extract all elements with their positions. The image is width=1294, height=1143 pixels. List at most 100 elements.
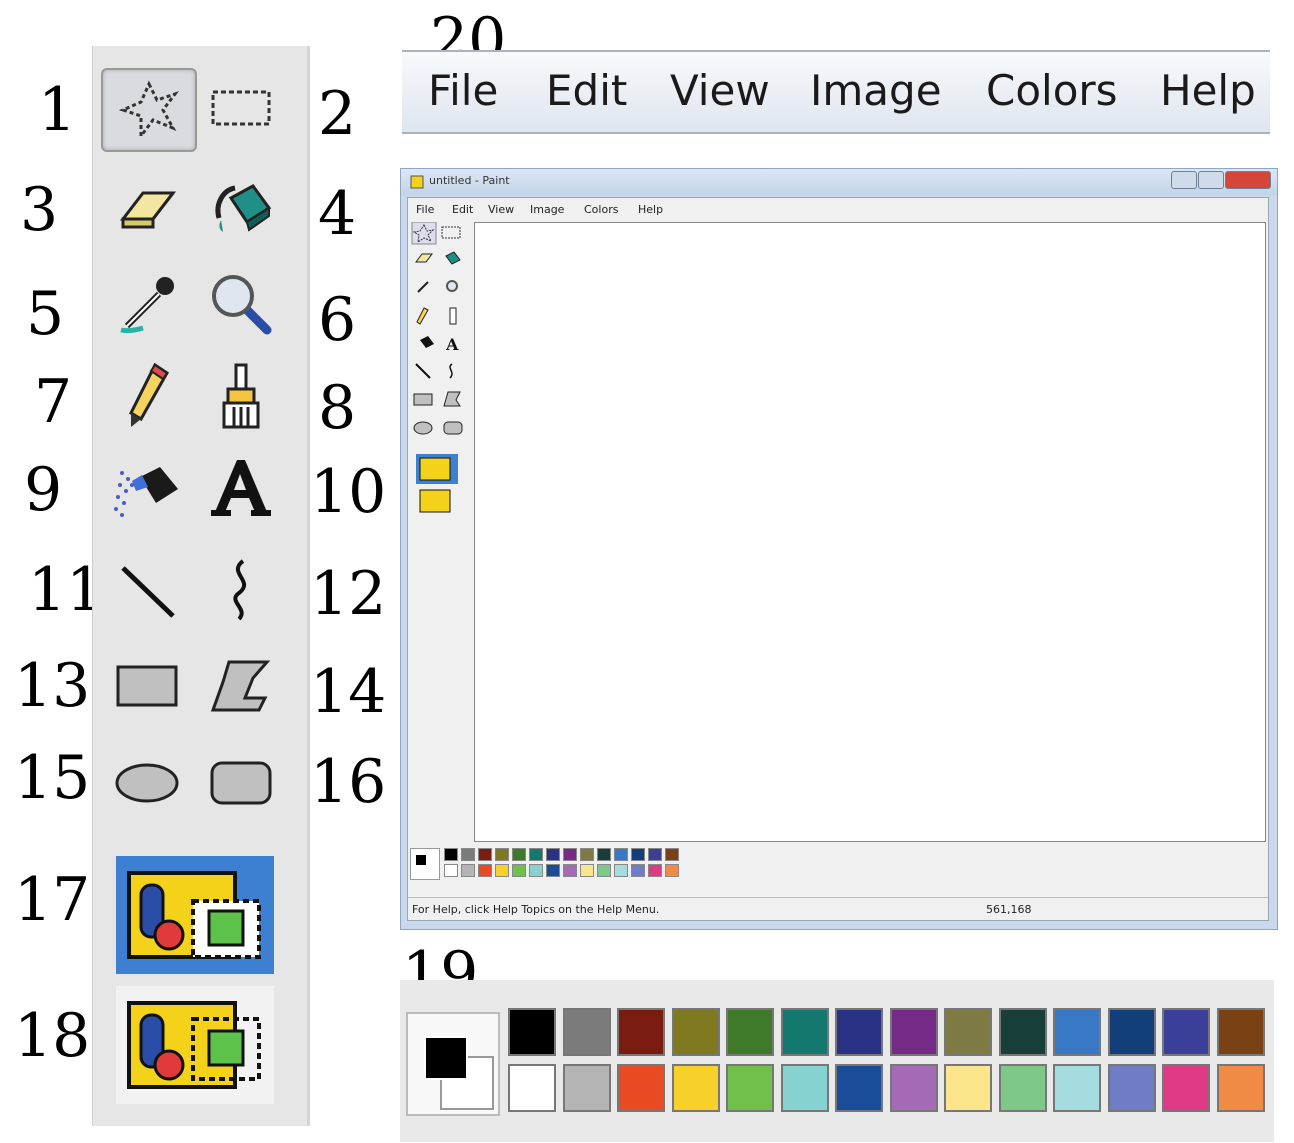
color-swatch[interactable]	[617, 1064, 665, 1112]
airbrush-tool[interactable]	[101, 448, 193, 528]
close-button[interactable]	[1225, 171, 1271, 189]
curve-tool[interactable]	[195, 550, 287, 630]
color-swatch[interactable]	[944, 1064, 992, 1112]
menu-colors[interactable]: Colors	[986, 66, 1118, 115]
color-swatch[interactable]	[671, 1064, 720, 1112]
color-swatch[interactable]	[1107, 1008, 1156, 1056]
color-swatch[interactable]	[726, 1064, 774, 1112]
small-menu-colors[interactable]: Colors	[584, 203, 618, 216]
color-swatch[interactable]	[780, 1064, 829, 1112]
small-color-swatch[interactable]	[546, 864, 560, 877]
color-swatch[interactable]	[562, 1008, 611, 1056]
rounded-rectangle-tool[interactable]	[195, 742, 287, 822]
small-color-swatch[interactable]	[461, 864, 475, 877]
magnifier-icon	[212, 275, 272, 335]
color-swatch[interactable]	[998, 1064, 1047, 1112]
label-3: 3	[20, 175, 59, 245]
small-menu-view[interactable]: View	[488, 203, 514, 216]
color-swatch[interactable]	[1053, 1064, 1101, 1112]
foreground-color-box[interactable]	[424, 1036, 468, 1080]
small-color-swatch[interactable]	[478, 848, 492, 861]
small-color-swatch[interactable]	[631, 848, 645, 861]
small-color-swatch[interactable]	[478, 864, 492, 877]
color-swatch[interactable]	[1216, 1008, 1265, 1056]
polygon-icon	[210, 660, 271, 712]
small-current-colors	[410, 848, 440, 880]
small-menu-edit[interactable]: Edit	[452, 203, 473, 216]
color-swatch[interactable]	[944, 1008, 992, 1056]
small-color-swatch[interactable]	[580, 864, 594, 877]
color-swatch[interactable]	[835, 1064, 883, 1112]
small-color-swatch[interactable]	[597, 848, 611, 861]
small-color-swatch[interactable]	[665, 864, 679, 877]
small-color-swatch[interactable]	[563, 864, 577, 877]
small-color-swatch[interactable]	[444, 864, 458, 877]
color-swatch[interactable]	[1216, 1064, 1265, 1112]
small-color-swatch[interactable]	[597, 864, 611, 877]
small-color-swatch[interactable]	[631, 864, 645, 877]
ellipse-tool[interactable]	[101, 742, 193, 822]
small-color-swatch[interactable]	[529, 848, 543, 861]
color-swatch[interactable]	[508, 1008, 556, 1056]
pick-color-tool[interactable]	[101, 264, 193, 344]
menu-edit[interactable]: Edit	[546, 66, 627, 115]
small-color-swatch[interactable]	[665, 848, 679, 861]
menu-image[interactable]: Image	[810, 66, 942, 115]
title-bar: untitled - Paint	[401, 169, 1277, 195]
text-tool[interactable]	[195, 448, 287, 528]
menu-file[interactable]: File	[428, 66, 498, 115]
small-color-swatch[interactable]	[444, 848, 458, 861]
color-swatch[interactable]	[617, 1008, 665, 1056]
small-color-swatch[interactable]	[614, 848, 628, 861]
color-swatch[interactable]	[562, 1064, 611, 1112]
small-color-swatch[interactable]	[461, 848, 475, 861]
small-color-swatch[interactable]	[648, 848, 662, 861]
polygon-tool[interactable]	[195, 646, 287, 726]
brush-tool[interactable]	[195, 356, 287, 436]
label-8: 8	[318, 373, 357, 443]
color-swatch[interactable]	[835, 1008, 883, 1056]
small-color-swatch[interactable]	[546, 848, 560, 861]
small-toolbox-icons: A	[411, 221, 463, 513]
fill-bucket-tool[interactable]	[195, 168, 287, 248]
pencil-tool[interactable]	[101, 356, 193, 436]
small-menu-image[interactable]: Image	[530, 203, 564, 216]
small-color-swatch[interactable]	[648, 864, 662, 877]
small-color-swatch[interactable]	[529, 864, 543, 877]
magnifier-tool[interactable]	[195, 264, 287, 344]
color-swatch[interactable]	[889, 1008, 938, 1056]
color-swatch[interactable]	[671, 1008, 720, 1056]
small-color-swatch[interactable]	[495, 848, 509, 861]
color-swatch[interactable]	[726, 1008, 774, 1056]
color-palette	[400, 980, 1274, 1142]
transparent-background-option[interactable]	[116, 986, 274, 1104]
color-swatch[interactable]	[1162, 1008, 1210, 1056]
menu-view[interactable]: View	[670, 66, 770, 115]
color-swatch[interactable]	[998, 1008, 1047, 1056]
small-menu-file[interactable]: File	[416, 203, 434, 216]
color-swatch[interactable]	[1162, 1064, 1210, 1112]
color-swatch[interactable]	[1107, 1064, 1156, 1112]
small-menu-help[interactable]: Help	[638, 203, 663, 216]
opaque-background-option[interactable]	[116, 856, 274, 974]
color-swatch[interactable]	[780, 1008, 829, 1056]
drawing-canvas[interactable]	[474, 222, 1266, 842]
maximize-button[interactable]	[1198, 171, 1224, 189]
free-form-select-tool[interactable]	[101, 68, 197, 152]
menu-help[interactable]: Help	[1160, 66, 1256, 115]
small-color-swatch[interactable]	[512, 864, 526, 877]
eraser-tool[interactable]	[101, 168, 193, 248]
small-color-swatch[interactable]	[563, 848, 577, 861]
color-swatch[interactable]	[1053, 1008, 1101, 1056]
rectangle-tool[interactable]	[101, 646, 193, 726]
small-color-swatch[interactable]	[512, 848, 526, 861]
color-swatch[interactable]	[889, 1064, 938, 1112]
select-tool[interactable]	[195, 68, 287, 148]
minimize-button[interactable]	[1171, 171, 1197, 189]
small-color-palette	[410, 848, 1270, 888]
small-color-swatch[interactable]	[580, 848, 594, 861]
color-swatch[interactable]	[508, 1064, 556, 1112]
line-tool[interactable]	[101, 550, 193, 630]
small-color-swatch[interactable]	[614, 864, 628, 877]
small-color-swatch[interactable]	[495, 864, 509, 877]
